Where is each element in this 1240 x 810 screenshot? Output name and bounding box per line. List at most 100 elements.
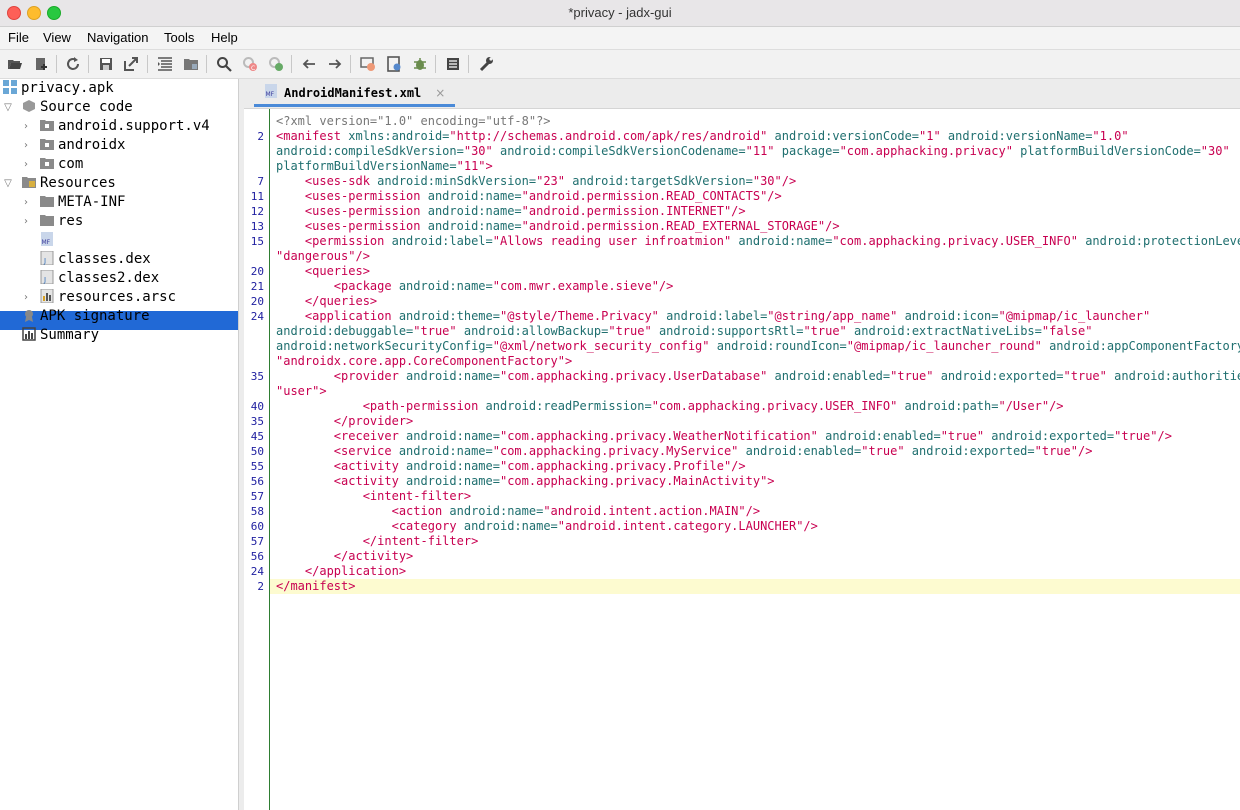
menu-tools[interactable]: Tools (164, 30, 194, 45)
code-token: "android.permission.READ_EXTERNAL_STORAG… (521, 219, 826, 233)
code-token: "30" (752, 174, 782, 188)
code-line: <activity android:name="com.apphacking.p… (276, 459, 746, 474)
tree-item-res[interactable]: res (40, 212, 83, 231)
code-token: > (564, 354, 573, 368)
code-token: android:label= (384, 234, 493, 248)
code-token: android:name= (398, 429, 500, 443)
tree-item-apk-signature[interactable]: APK signature (22, 307, 150, 326)
tree-label-resources: Resources (40, 175, 116, 191)
debugger-icon[interactable] (410, 54, 430, 74)
code-token: "30" (463, 144, 493, 158)
export-icon[interactable] (121, 54, 141, 74)
collapse-arrow-icon[interactable]: › (21, 117, 31, 136)
code-token: android:protectionLevel= (1085, 234, 1240, 248)
collapse-arrow-icon[interactable]: › (21, 288, 31, 307)
code-line: <activity android:name="com.apphacking.p… (276, 474, 775, 489)
summary-icon (22, 327, 36, 341)
tree-item-resources[interactable]: Resources (22, 174, 116, 193)
line-number: 57 (250, 535, 264, 548)
line-number (244, 354, 264, 369)
code-line: <?xml version="1.0" encoding="utf-8"?> (276, 114, 551, 129)
tree-item-classes2-dex[interactable]: Jclasses2.dex (40, 269, 159, 288)
expand-arrow-icon[interactable]: ▽ (3, 98, 13, 117)
code-token: android:name= (442, 504, 544, 518)
collapse-arrow-icon[interactable]: › (21, 136, 31, 155)
flatten-packages-icon[interactable] (181, 54, 201, 74)
tree-item-manifest[interactable]: MF AndroidManifest.xml (40, 231, 218, 250)
search-icon[interactable] (214, 54, 234, 74)
code-token: /> (1077, 444, 1093, 458)
code-token: android:exported= (933, 369, 1064, 383)
window-title: *privacy - jadx-gui (568, 5, 672, 20)
expand-arrow-icon[interactable]: ▽ (3, 174, 13, 193)
tree-item-meta-inf[interactable]: META-INF (40, 193, 125, 212)
dex-file-icon: J (40, 250, 54, 266)
line-number: 21 (250, 280, 264, 293)
deobfuscation-icon[interactable] (358, 54, 378, 74)
tree-item-source-code[interactable]: Source code (22, 98, 133, 117)
forward-icon[interactable] (325, 54, 345, 74)
code-token: </application> (276, 564, 407, 578)
code-token: /> (825, 219, 840, 233)
code-line: <application android:theme="@style/Theme… (276, 309, 1150, 324)
open-icon[interactable] (5, 54, 25, 74)
code-line: </queries> (276, 294, 377, 309)
tab-android-manifest[interactable]: MF AndroidManifest.xml × (254, 81, 456, 107)
tree-item-summary[interactable]: Summary (22, 326, 99, 345)
code-line: </activity> (276, 549, 413, 564)
code-token: android:targetSdkVersion= (565, 174, 753, 188)
line-number: 45 (250, 430, 264, 443)
line-number: 20 (250, 265, 264, 278)
tree-item-package-support[interactable]: android.support.v4 (40, 117, 210, 136)
line-number (244, 114, 264, 129)
line-number: 40 (250, 400, 264, 413)
tree-item-classes-dex[interactable]: Jclasses.dex (40, 250, 151, 269)
line-number: 24 (250, 565, 264, 578)
menu-help[interactable]: Help (211, 30, 238, 45)
add-files-icon[interactable] (31, 54, 51, 74)
preferences-icon[interactable] (476, 54, 496, 74)
code-token: "com.apphacking.privacy.USER_INFO" (651, 399, 898, 413)
tree-label-resources-arsc: resources.arsc (58, 289, 177, 305)
reload-icon[interactable] (63, 54, 83, 74)
find-class-icon[interactable]: C (240, 54, 260, 74)
back-icon[interactable] (299, 54, 319, 74)
line-number (244, 384, 264, 399)
tree-item-package-androidx[interactable]: androidx (40, 136, 125, 155)
decompile-all-icon[interactable] (384, 54, 404, 74)
line-number: 2 (257, 130, 264, 143)
collapse-arrow-icon[interactable]: › (21, 193, 31, 212)
collapse-arrow-icon[interactable]: › (21, 212, 31, 231)
code-token: /> (731, 459, 746, 473)
tree-item-apk[interactable]: privacy.apk (3, 79, 114, 98)
sync-tree-icon[interactable] (155, 54, 175, 74)
menu-file[interactable]: File (8, 30, 29, 45)
log-viewer-icon[interactable] (443, 54, 463, 74)
code-token: android:versionName= (940, 129, 1093, 143)
collapse-arrow-icon[interactable]: › (21, 155, 31, 174)
tree-item-package-com[interactable]: com (40, 155, 83, 174)
code-editor[interactable]: 2 7 11 12 13 15 20 21 20 24 35 40 35 45 50 55 56 57 58 60 57… (244, 109, 1240, 810)
close-tab-icon[interactable]: × (435, 86, 445, 100)
code-token: <uses-permission (276, 219, 421, 233)
code-token: "com.apphacking.privacy.MainActivity" (499, 474, 768, 488)
tree-label-res: res (58, 213, 84, 229)
code-token: android:name= (391, 279, 493, 293)
code-token: "Allows reading user infroatmion" (492, 234, 732, 248)
code-token: "30" (1200, 144, 1230, 158)
tree-item-resources-arsc[interactable]: resources.arsc (40, 288, 176, 307)
menu-navigation[interactable]: Navigation (87, 30, 148, 45)
code-line: <uses-permission android:name="android.p… (276, 204, 746, 219)
folder-icon (40, 213, 54, 227)
save-all-icon[interactable] (96, 54, 116, 74)
code-token: "1" (919, 129, 941, 143)
apk-icon (3, 80, 17, 94)
code-token: "true" (803, 324, 847, 338)
tree-label-summary: Summary (40, 327, 100, 343)
code-token: "true" (1034, 444, 1078, 458)
code-token: android:name= (420, 219, 522, 233)
toolbar: C (0, 50, 1240, 79)
line-number: 58 (250, 505, 264, 518)
find-usage-icon[interactable] (266, 54, 286, 74)
menu-view[interactable]: View (43, 30, 71, 45)
